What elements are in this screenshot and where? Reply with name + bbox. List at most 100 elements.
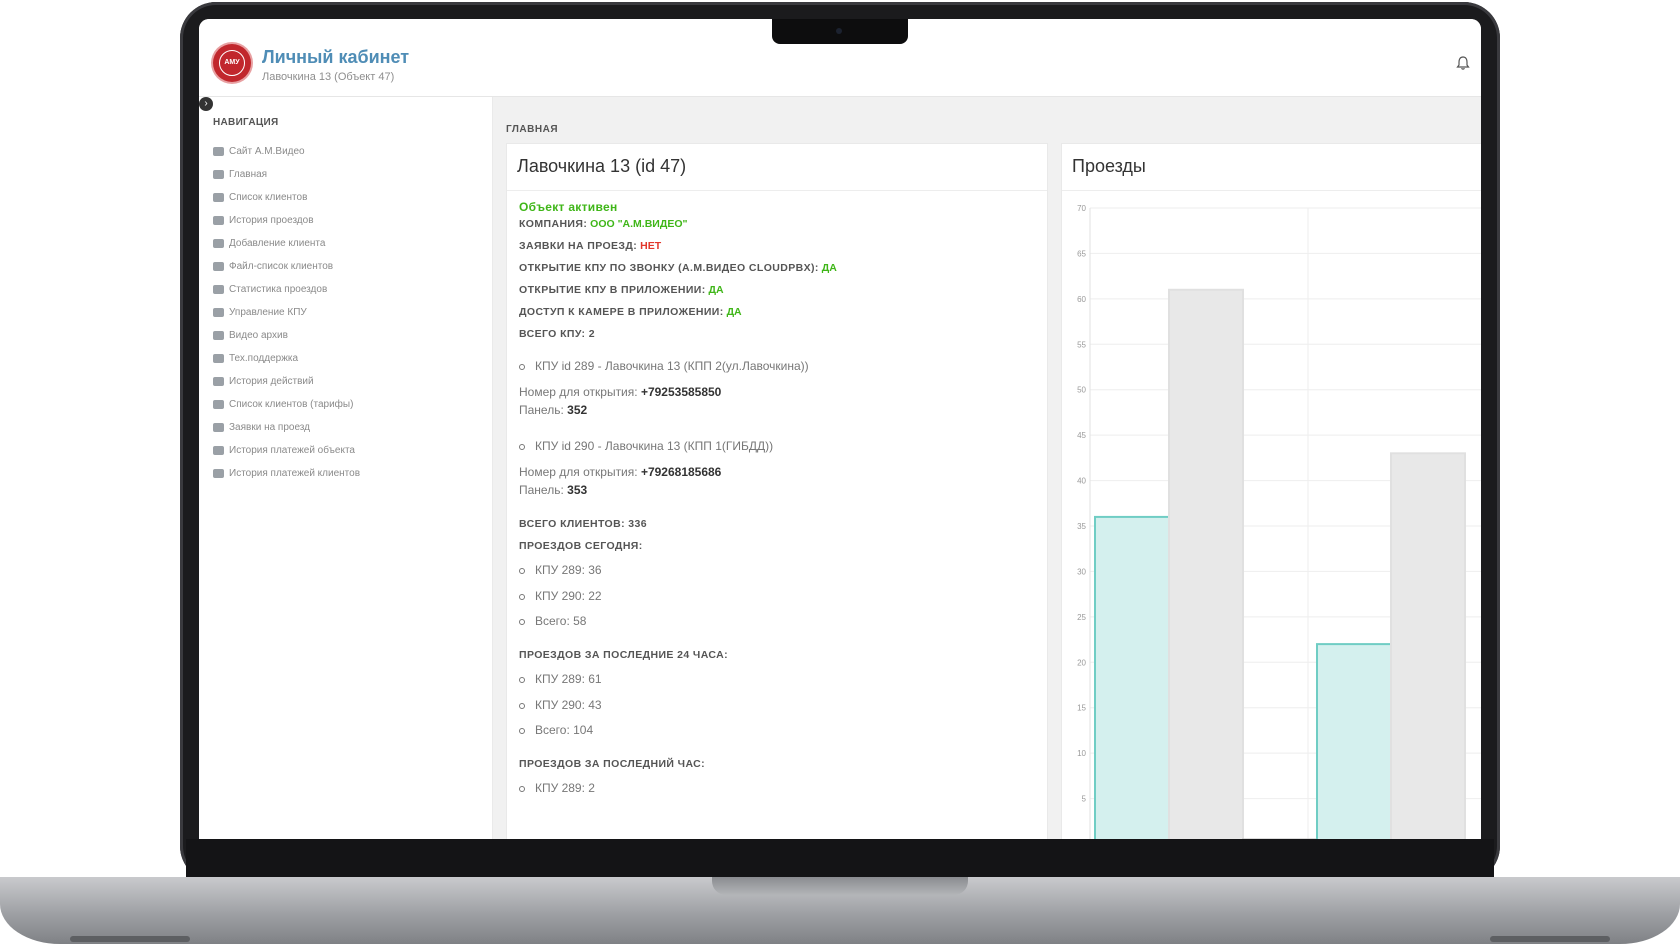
kpu-phone: Номер для открытия: +79253585850	[519, 385, 722, 399]
sidebar: › НАВИГАЦИЯ Сайт А.М.Видео Главная Список …	[199, 97, 493, 839]
app-title[interactable]: Личный кабинет	[262, 47, 409, 68]
sidebar-item[interactable]: Файл-список клиентов	[213, 255, 360, 278]
company-row: КОМПАНИЯ: ООО "А.М.ВИДЕО"	[519, 218, 688, 230]
logo-emblem: АМУ	[219, 50, 245, 76]
sidebar-item[interactable]: История проездов	[213, 209, 360, 232]
credit-card-icon	[213, 469, 224, 478]
calendar-icon	[213, 377, 224, 386]
y-tick-label: 70	[1077, 204, 1086, 213]
sidebar-toggle-icon[interactable]: ›	[199, 97, 213, 111]
today-item: Всего: 58	[519, 614, 586, 628]
today-item: КПУ 290: 22	[519, 589, 602, 603]
hour-heading: ПРОЕЗДОВ ЗА ПОСЛЕДНИЙ ЧАС:	[519, 758, 706, 770]
sidebar-item-label: История действий	[229, 376, 314, 387]
camera-notch	[772, 19, 908, 44]
laptop-foot-right	[1490, 936, 1610, 942]
sidebar-item-label: История платежей клиентов	[229, 468, 361, 479]
book-icon	[213, 423, 224, 432]
nav-list: Сайт А.М.Видео Главная Список клиентов Исто…	[213, 140, 360, 485]
sidebar-item[interactable]: История платежей объекта	[213, 439, 360, 462]
requests-row: ЗАЯВКИ НА ПРОЕЗД: НЕТ	[519, 240, 662, 252]
laptop-foot-left	[70, 936, 190, 942]
sidebar-item[interactable]: Сайт А.М.Видео	[213, 140, 360, 163]
sidebar-item-label: Главная	[229, 169, 268, 180]
divider	[507, 190, 1047, 191]
home-icon	[213, 170, 224, 179]
sidebar-item-label: Файл-список клиентов	[229, 261, 334, 272]
kpu-item: КПУ id 290 - Лавочкина 13 (КПП 1(ГИБДД))	[519, 439, 773, 453]
film-icon	[213, 331, 224, 340]
nav-heading: НАВИГАЦИЯ	[213, 117, 279, 128]
bell-icon[interactable]	[1455, 55, 1471, 71]
webcam-icon	[836, 28, 842, 34]
today-item: КПУ 289: 36	[519, 563, 602, 577]
laptop-base-notch	[712, 877, 968, 895]
dollar-icon	[213, 400, 224, 409]
object-subtitle: Лавочкина 13 (Объект 47)	[262, 71, 395, 83]
globe-icon	[213, 147, 224, 156]
sidebar-item[interactable]: Тех.поддержка	[213, 347, 360, 370]
hour-item: КПУ 289: 2	[519, 781, 595, 795]
total-clients: ВСЕГО КЛИЕНТОВ: 336	[519, 518, 648, 530]
y-tick-label: 35	[1077, 522, 1086, 531]
y-tick-label: 65	[1077, 249, 1086, 258]
sidebar-item[interactable]: Список клиентов	[213, 186, 360, 209]
y-tick-label: 25	[1077, 613, 1086, 622]
kpu-item: КПУ id 289 - Лавочкина 13 (КПП 2(ул.Лаво…	[519, 359, 809, 373]
chart-bar[interactable]	[1168, 288, 1244, 839]
object-panel: Лавочкина 13 (id 47) Объект активен КОМП…	[506, 143, 1048, 839]
day-item: КПУ 289: 61	[519, 672, 602, 686]
chart-bar[interactable]	[1316, 643, 1392, 839]
sidebar-item-label: Заявки на проезд	[229, 422, 311, 433]
sidebar-item-label: Тех.поддержка	[229, 353, 299, 364]
day-heading: ПРОЕЗДОВ ЗА ПОСЛЕДНИЕ 24 ЧАСА:	[519, 649, 729, 661]
main-content: ГЛАВНАЯ Лавочкина 13 (id 47) Объект акти…	[492, 97, 1481, 839]
laptop-screen: АМУ Личный кабинет Лавочкина 13 (Объект …	[199, 19, 1481, 839]
open-call-row: ОТКРЫТИЕ КПУ ПО ЗВОНКУ (А.М.ВИДЕО CLOUDP…	[519, 262, 837, 274]
open-app-row: ОТКРЫТИЕ КПУ В ПРИЛОЖЕНИИ: ДА	[519, 284, 724, 296]
sidebar-item[interactable]: Добавление клиента	[213, 232, 360, 255]
divider	[1062, 190, 1481, 191]
y-tick-label: 55	[1077, 340, 1086, 349]
sidebar-item-label: Видео архив	[229, 330, 288, 341]
kpu-phone: Номер для открытия: +79268185686	[519, 465, 722, 479]
sidebar-item-label: Статистика проездов	[229, 284, 328, 295]
kpu-panel: Панель: 353	[519, 483, 588, 497]
sidebar-item-label: История платежей объекта	[229, 445, 355, 456]
y-tick-label: 45	[1077, 431, 1086, 440]
user-icon	[213, 193, 224, 202]
sidebar-item[interactable]: Видео архив	[213, 324, 360, 347]
sidebar-item[interactable]: Управление КПУ	[213, 301, 360, 324]
y-tick-label: 60	[1077, 295, 1086, 304]
object-status: Объект активен	[519, 200, 618, 214]
y-tick-label: 40	[1077, 477, 1086, 486]
sidebar-item-label: Список клиентов	[229, 192, 308, 203]
sidebar-item[interactable]: Статистика проездов	[213, 278, 360, 301]
breadcrumb: ГЛАВНАЯ	[506, 124, 559, 135]
sidebar-item-label: Сайт А.М.Видео	[229, 146, 305, 157]
passages-panel: Проезды 5 10 15 20 25 30 35 40 45 50 55 60 65 70	[1061, 143, 1481, 839]
chart-bar[interactable]	[1390, 452, 1466, 839]
y-tick-label: 5	[1082, 795, 1087, 804]
credit-card-icon	[213, 446, 224, 455]
sidebar-item[interactable]: Список клиентов (тарифы)	[213, 393, 360, 416]
y-tick-label: 50	[1077, 386, 1086, 395]
list-icon	[213, 262, 224, 271]
y-tick-label: 20	[1077, 658, 1086, 667]
car-icon	[213, 216, 224, 225]
kpu-panel: Панель: 352	[519, 403, 588, 417]
chart-bar[interactable]	[1094, 515, 1170, 839]
camera-row: ДОСТУП К КАМЕРЕ В ПРИЛОЖЕНИИ: ДА	[519, 306, 742, 318]
sidebar-item[interactable]: Главная	[213, 163, 360, 186]
day-item: КПУ 290: 43	[519, 698, 602, 712]
support-icon	[213, 354, 224, 363]
sidebar-item[interactable]: Заявки на проезд	[213, 416, 360, 439]
day-item: Всего: 104	[519, 723, 593, 737]
logo[interactable]: АМУ	[213, 44, 251, 82]
sidebar-item-label: Добавление клиента	[229, 238, 326, 249]
sidebar-item-label: Список клиентов (тарифы)	[229, 399, 354, 410]
laptop-bottom-bezel	[186, 839, 1494, 877]
sidebar-item[interactable]: История действий	[213, 370, 360, 393]
total-kpu: ВСЕГО КПУ: 2	[519, 328, 595, 340]
sidebar-item[interactable]: История платежей клиентов	[213, 462, 360, 485]
